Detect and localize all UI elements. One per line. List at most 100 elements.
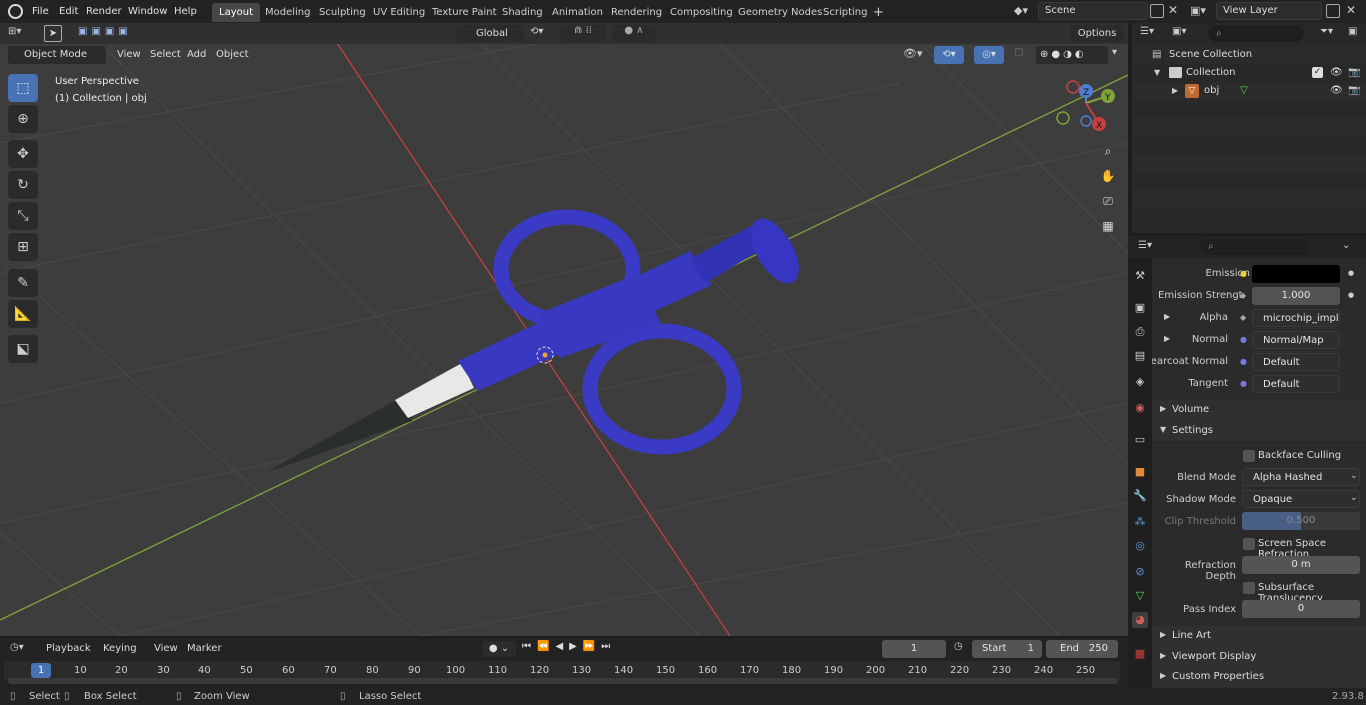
cursor-tool-icon[interactable]: ⊕ [8,105,38,133]
snap-icon[interactable]: ⋒ ⁞⁞ [560,25,606,42]
transform-tool-icon[interactable]: ⊞ [8,233,38,261]
pivot-point-icon[interactable]: ⟲▾ [530,26,543,37]
menu-edit[interactable]: Edit [54,3,83,20]
keyframe-dot-icon[interactable]: ● [1348,269,1354,277]
viewport-canvas[interactable] [0,23,1128,636]
collection-tab-icon[interactable]: ▭ [1132,432,1148,448]
socket-icon[interactable]: ● [1240,269,1247,278]
properties-type-icon[interactable]: ☰▾ [1138,240,1152,251]
menu-view[interactable]: View [112,46,146,64]
object-mode-dropdown[interactable]: Object Mode [8,46,106,64]
ssr-checkbox[interactable] [1243,538,1255,550]
tab-modeling[interactable]: Modeling [258,3,318,22]
tab-sculpting[interactable]: Sculpting [312,3,373,22]
annotate-tool-icon[interactable]: ✎ [8,269,38,297]
visibility-icon[interactable]: 👁▾ [903,47,923,60]
view-layer-tab-icon[interactable]: ▤ [1132,348,1148,364]
emission-color-field[interactable] [1252,265,1340,283]
keying-menu[interactable]: Keying [98,640,146,657]
add-cube-tool-icon[interactable]: ⬕ [8,335,38,363]
outliner-row-scene-collection[interactable]: ▤ Scene Collection [1132,46,1366,64]
select-box-tool-icon[interactable]: ⬚ [8,74,38,102]
custom-properties-section[interactable]: ▶ Custom Properties [1152,667,1366,687]
search-icon[interactable]: ⌕ [1200,239,1308,255]
checkbox-icon[interactable]: ✓ [1312,67,1323,78]
tab-compositing[interactable]: Compositing [663,3,740,22]
frame-tick-current[interactable]: 1 [31,663,51,678]
proportional-edit-icon[interactable]: ● ∧ [612,25,656,42]
texture-tab-icon[interactable]: ▩ [1132,646,1148,662]
select-cursor-icon[interactable]: ➤ [44,25,62,42]
marker-menu[interactable]: Marker [184,640,224,657]
timeline-type-icon[interactable]: ◷▾ [10,642,24,653]
eye-icon[interactable]: 👁 [1330,82,1343,100]
menu-window[interactable]: Window [123,3,172,20]
timeline-scrollbar[interactable] [8,678,1118,684]
normal-field[interactable]: Normal/Map [1252,331,1340,349]
physics-tab-icon[interactable]: ◎ [1132,538,1148,554]
measure-tool-icon[interactable]: 📐 [8,300,38,328]
syringe-object[interactable] [268,209,809,471]
particles-tab-icon[interactable]: ⁂ [1132,514,1148,530]
playback-controls-icons[interactable]: ⏮⏪◀▶⏩⏭ [522,641,632,657]
shading-options-icon[interactable]: ▾ [1112,47,1117,58]
socket-icon[interactable]: ◆ [1240,313,1246,322]
navigation-gizmo[interactable]: Z Y X [1050,78,1120,138]
socket-icon[interactable]: ● [1240,379,1247,388]
menu-add[interactable]: Add [182,46,211,64]
outliner-type-icon[interactable]: ☰▾ [1140,26,1154,37]
options-button[interactable]: Options [1070,25,1124,42]
modifier-tab-icon[interactable]: 🔧 [1132,488,1148,504]
search-icon[interactable]: ⌕ [1208,25,1304,42]
tool-tab-icon[interactable]: ⚒ [1132,268,1148,284]
mesh-data-icon[interactable]: ▽ [1240,82,1248,100]
object-tab-icon[interactable]: ■ [1132,464,1148,480]
new-view-layer-icon[interactable] [1326,4,1340,18]
tab-rendering[interactable]: Rendering [604,3,669,22]
clip-threshold-slider[interactable]: 0.500 [1242,512,1360,530]
current-frame-field[interactable]: 1 [882,640,946,658]
clearcoat-normal-field[interactable]: Default [1252,353,1340,371]
rotate-tool-icon[interactable]: ↻ [8,171,38,199]
subsurface-checkbox[interactable] [1243,582,1255,594]
scene-icon[interactable]: ◆▾ [1014,4,1036,20]
pass-index-field[interactable]: 0 [1242,600,1360,618]
shadow-mode-dropdown[interactable]: Opaque [1242,490,1360,508]
new-scene-icon[interactable] [1150,4,1164,18]
grid-view-icon[interactable]: ▦ [1097,215,1119,237]
socket-icon[interactable]: ● [1240,357,1247,366]
pan-hand-icon[interactable]: ✋ [1097,165,1119,187]
tab-shading[interactable]: Shading [495,3,550,22]
socket-icon[interactable]: ◆ [1240,291,1246,300]
clock-icon[interactable]: ◷ [954,641,963,652]
refraction-depth-field[interactable]: 0 m [1242,556,1360,574]
outliner-row-collection[interactable]: ▼ Collection ✓ 👁 📷 [1132,64,1366,82]
output-tab-icon[interactable]: ⎙ [1132,324,1148,340]
close-icon[interactable]: ✕ [1346,3,1356,17]
transform-orientation-dropdown[interactable]: Global [456,25,524,42]
emission-strength-field[interactable]: 1.000 [1252,287,1340,305]
render-tab-icon[interactable]: ▣ [1132,300,1148,316]
menu-render[interactable]: Render [81,3,127,20]
overlay-toggle-icon[interactable]: ◎▾ [974,46,1004,64]
backface-culling-checkbox[interactable] [1243,450,1255,462]
viewport-display-section[interactable]: ▶ Viewport Display [1152,647,1366,667]
menu-file[interactable]: File [27,3,54,20]
world-tab-icon[interactable]: ◉ [1132,400,1148,416]
tab-geometry-nodes[interactable]: Geometry Nodes [731,3,829,22]
eye-icon[interactable]: 👁 [1330,64,1343,82]
tab-texture-paint[interactable]: Texture Paint [425,3,504,22]
selection-mode-icons[interactable]: ▣▣▣▣ [78,26,160,41]
volume-section[interactable]: ▶ Volume [1152,400,1366,420]
camera-icon[interactable]: 📷 [1348,64,1360,82]
camera-icon[interactable]: ⎚ [1097,190,1119,212]
tangent-field[interactable]: Default [1252,375,1340,393]
keyframe-dot-icon[interactable]: ● [1348,291,1354,299]
zoom-icon[interactable]: ⌕ [1097,140,1119,162]
tab-animation[interactable]: Animation [545,3,610,22]
shading-mode-icons[interactable]: ⊕●◑◐ [1036,46,1108,64]
menu-object[interactable]: Object [211,46,254,64]
chevron-down-icon[interactable]: ⌄ [1342,240,1350,251]
line-art-section[interactable]: ▶ Line Art [1152,626,1366,646]
menu-select[interactable]: Select [145,46,186,64]
